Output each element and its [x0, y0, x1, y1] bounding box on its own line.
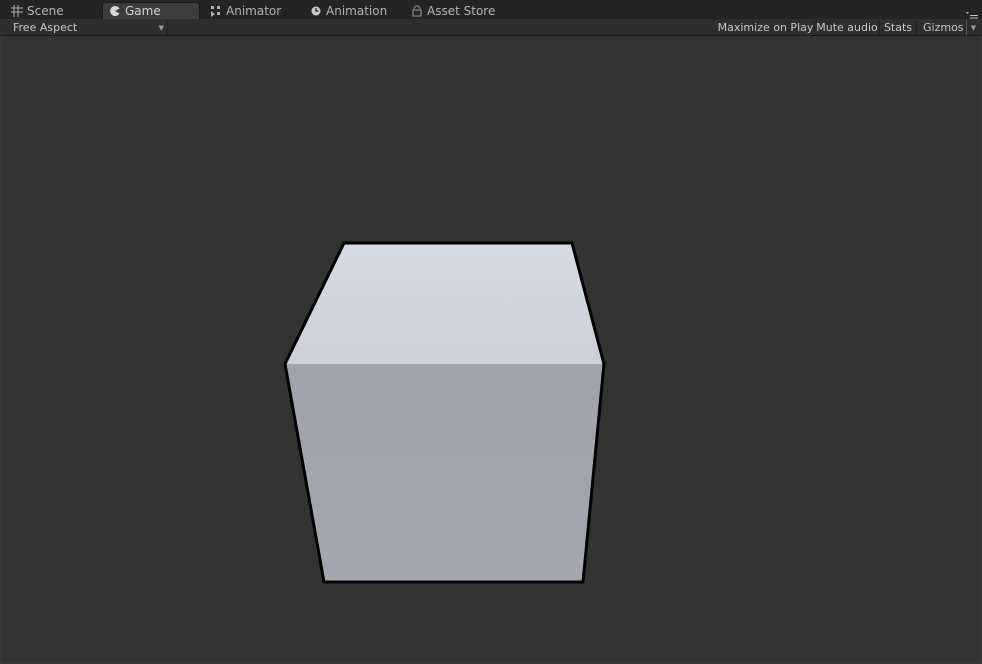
- clock-icon: [310, 5, 322, 17]
- cube-top-face: [285, 243, 604, 364]
- tab-game[interactable]: Game: [102, 2, 200, 19]
- tab-asset-store-label: Asset Store: [427, 3, 496, 18]
- tab-animation[interactable]: Animation: [304, 2, 404, 19]
- cube: [283, 241, 606, 584]
- chevron-down-icon: ▼: [158, 24, 164, 32]
- store-icon: [411, 4, 423, 17]
- panel-menu-icon[interactable]: [966, 7, 978, 21]
- mute-audio-label: Mute audio: [816, 21, 878, 34]
- game-render: [283, 241, 606, 584]
- maximize-on-play-button[interactable]: Maximize on Play: [717, 20, 814, 35]
- tab-animator[interactable]: Animator: [204, 2, 300, 19]
- maximize-on-play-label: Maximize on Play: [717, 21, 814, 34]
- pacman-icon: [109, 5, 121, 17]
- stats-button[interactable]: Stats: [879, 20, 916, 35]
- animator-icon: [210, 5, 222, 17]
- unity-editor-window: Scene Game Animator Animation Asset Stor…: [0, 0, 982, 664]
- tab-bar: Scene Game Animator Animation Asset Stor…: [0, 0, 982, 21]
- grid-icon: [11, 4, 23, 17]
- aspect-dropdown[interactable]: Free Aspect ▼: [5, 20, 168, 35]
- cube-front-face: [285, 364, 604, 582]
- mute-audio-button[interactable]: Mute audio: [814, 20, 879, 35]
- gizmos-dropdown-icon[interactable]: ▼: [966, 20, 980, 35]
- gizmos-label: Gizmos: [923, 21, 964, 34]
- game-viewport[interactable]: [2, 36, 980, 662]
- tab-animator-label: Animator: [226, 3, 282, 18]
- aspect-label: Free Aspect: [13, 21, 78, 34]
- tab-scene-label: Scene: [27, 3, 64, 18]
- stats-label: Stats: [883, 21, 913, 34]
- tab-animation-label: Animation: [326, 3, 388, 18]
- tab-asset-store[interactable]: Asset Store: [405, 2, 510, 19]
- tab-scene[interactable]: Scene: [5, 2, 100, 19]
- game-toolbar: Free Aspect ▼ Maximize on Play Mute audi…: [0, 19, 982, 36]
- tab-game-label: Game: [125, 4, 161, 18]
